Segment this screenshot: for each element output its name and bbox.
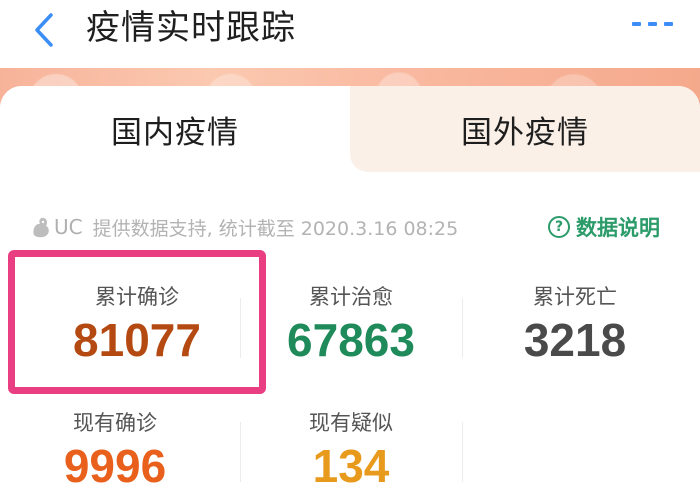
stat-value: 9996 [63, 440, 167, 492]
stat-cumulative-deaths[interactable]: 累计死亡 3218 [460, 282, 690, 368]
page-title: 疫情实时跟踪 [86, 8, 296, 48]
stat-cumulative-cured[interactable]: 累计治愈 67863 [236, 282, 466, 368]
data-source-text: 提供数据支持, 统计截至 2020.3.16 08:25 [92, 217, 459, 240]
more-button[interactable] [628, 14, 678, 34]
stat-value: 67863 [287, 314, 415, 366]
tab-overseas[interactable]: 国外疫情 [350, 86, 700, 172]
data-help-label: 数据说明 [576, 216, 660, 240]
data-source-note: UC 提供数据支持, 统计截至 2020.3.16 08:25 [30, 210, 458, 244]
tab-domestic[interactable]: 国内疫情 [0, 86, 350, 172]
stat-value: 3218 [523, 314, 627, 366]
chevron-left-icon [35, 13, 53, 47]
uc-squirrel-icon [33, 217, 49, 238]
uc-logo-text: UC [54, 215, 83, 239]
uc-logo: UC [30, 215, 89, 239]
data-help-link[interactable]: ? 数据说明 [548, 210, 660, 244]
more-dots-icon [632, 22, 641, 26]
stat-label: 现有疑似 [309, 411, 393, 435]
back-button[interactable] [26, 10, 62, 50]
stat-current-suspected[interactable]: 现有疑似 134 [236, 408, 466, 494]
stat-current-confirmed[interactable]: 现有确诊 9996 [0, 408, 230, 494]
stat-value: 134 [312, 440, 390, 492]
stat-label: 现有确诊 [73, 411, 157, 435]
stat-divider [462, 422, 463, 482]
highlight-annotation-box [8, 250, 266, 394]
stat-label: 累计死亡 [533, 285, 617, 309]
stat-label: 累计治愈 [309, 285, 393, 309]
stats-card: 国内疫情 国外疫情 UC 提供数据支持, 统计截至 2020.3.16 08:2… [0, 86, 700, 500]
help-circle-icon: ? [548, 216, 570, 238]
top-bar: 疫情实时跟踪 [0, 0, 700, 68]
